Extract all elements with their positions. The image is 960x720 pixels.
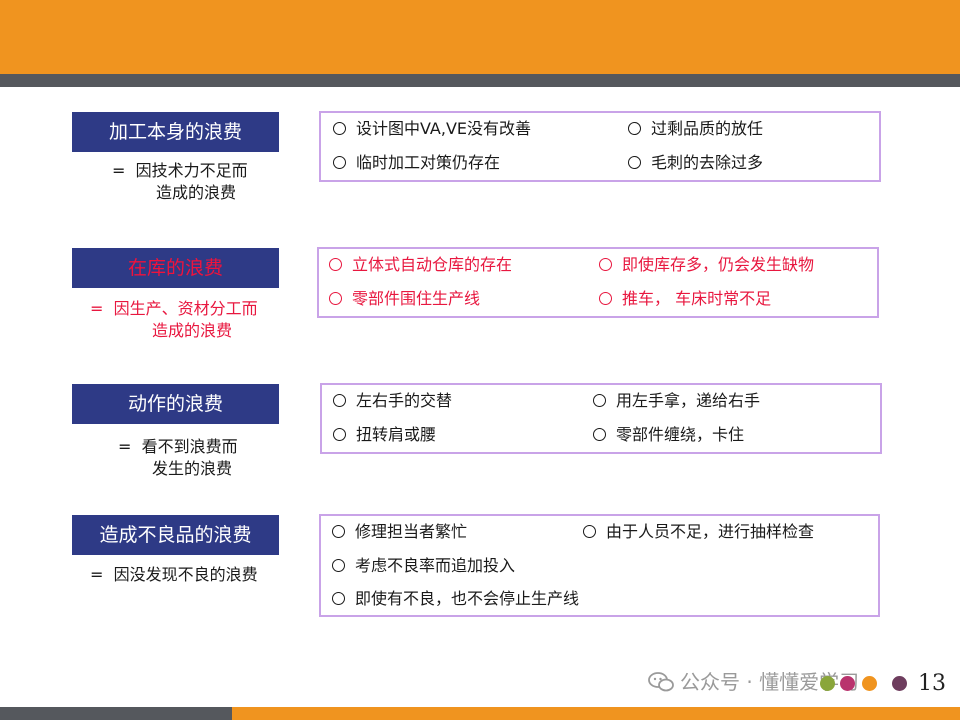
circle-bullet-icon [628, 122, 641, 135]
circle-bullet-icon [333, 394, 346, 407]
items-box-motion: 左右手的交替 用左手拿，递给右手 扭转肩或腰 零部件缠绕，卡住 [320, 383, 882, 454]
circle-bullet-icon [583, 525, 596, 538]
category-processing-waste: 加工本身的浪费 [72, 112, 279, 152]
circle-bullet-icon [332, 592, 345, 605]
category-desc-line: = 因没发现不良的浪费 [90, 565, 258, 584]
circle-bullet-icon [593, 394, 606, 407]
list-item: 由于人员不足，进行抽样检查 [583, 521, 814, 543]
list-item: 临时加工对策仍存在 [333, 152, 500, 174]
category-desc-line: = 看不到浪费而 [118, 437, 238, 456]
footer-orange-band [232, 707, 960, 720]
circle-bullet-icon [333, 428, 346, 441]
list-item: 立体式自动仓库的存在 [329, 254, 512, 276]
list-item: 推车， 车床时常不足 [599, 288, 771, 310]
circle-bullet-icon [593, 428, 606, 441]
list-item: 过剩品质的放任 [628, 118, 763, 140]
list-item: 考虑不良率而追加投入 [332, 555, 515, 577]
category-desc-line: 发生的浪费 [152, 459, 233, 478]
circle-bullet-icon [628, 156, 641, 169]
green-dot [820, 676, 835, 691]
list-item: 即使有不良，也不会停止生产线 [332, 588, 579, 610]
category-desc-line: 造成的浪费 [156, 183, 237, 202]
list-item: 设计图中VA,VE没有改善 [333, 118, 531, 140]
category-desc-line: = 因技术力不足而 [112, 161, 248, 180]
list-item: 左右手的交替 [333, 390, 452, 412]
items-box-inventory: 立体式自动仓库的存在 即使库存多，仍会发生缺物 零部件围住生产线 推车， 车床时… [317, 247, 879, 318]
circle-bullet-icon [333, 156, 346, 169]
orange-dot [862, 676, 877, 691]
circle-bullet-icon [332, 559, 345, 572]
wechat-icon [648, 672, 674, 692]
list-item: 即使库存多，仍会发生缺物 [599, 254, 814, 276]
purple-dot [892, 676, 907, 691]
header-orange-band [0, 0, 960, 74]
circle-bullet-icon [329, 292, 342, 305]
list-item: 零部件缠绕，卡住 [593, 424, 744, 446]
list-item: 毛刺的去除过多 [628, 152, 763, 174]
circle-bullet-icon [329, 258, 342, 271]
category-motion-waste: 动作的浪费 [72, 384, 279, 424]
circle-bullet-icon [332, 525, 345, 538]
category-inventory-waste: 在库的浪费 [72, 248, 279, 288]
circle-bullet-icon [599, 292, 612, 305]
list-item: 修理担当者繁忙 [332, 521, 467, 543]
category-defect-waste: 造成不良品的浪费 [72, 515, 279, 555]
category-desc-line: = 因生产、资材分工而 [90, 299, 258, 318]
list-item: 扭转肩或腰 [333, 424, 436, 446]
category-desc-line: 造成的浪费 [152, 321, 233, 340]
list-item: 零部件围住生产线 [329, 288, 480, 310]
magenta-dot [840, 676, 855, 691]
decorative-dots [820, 676, 920, 692]
circle-bullet-icon [333, 122, 346, 135]
page-number: 13 [918, 671, 946, 696]
header-gray-band [0, 74, 960, 87]
items-box-defect: 修理担当者繁忙 由于人员不足，进行抽样检查 考虑不良率而追加投入 即使有不良，也… [319, 514, 880, 617]
footer-gray-band [0, 707, 232, 720]
circle-bullet-icon [599, 258, 612, 271]
items-box-processing: 设计图中VA,VE没有改善 过剩品质的放任 临时加工对策仍存在 毛刺的去除过多 [319, 111, 881, 182]
list-item: 用左手拿，递给右手 [593, 390, 760, 412]
